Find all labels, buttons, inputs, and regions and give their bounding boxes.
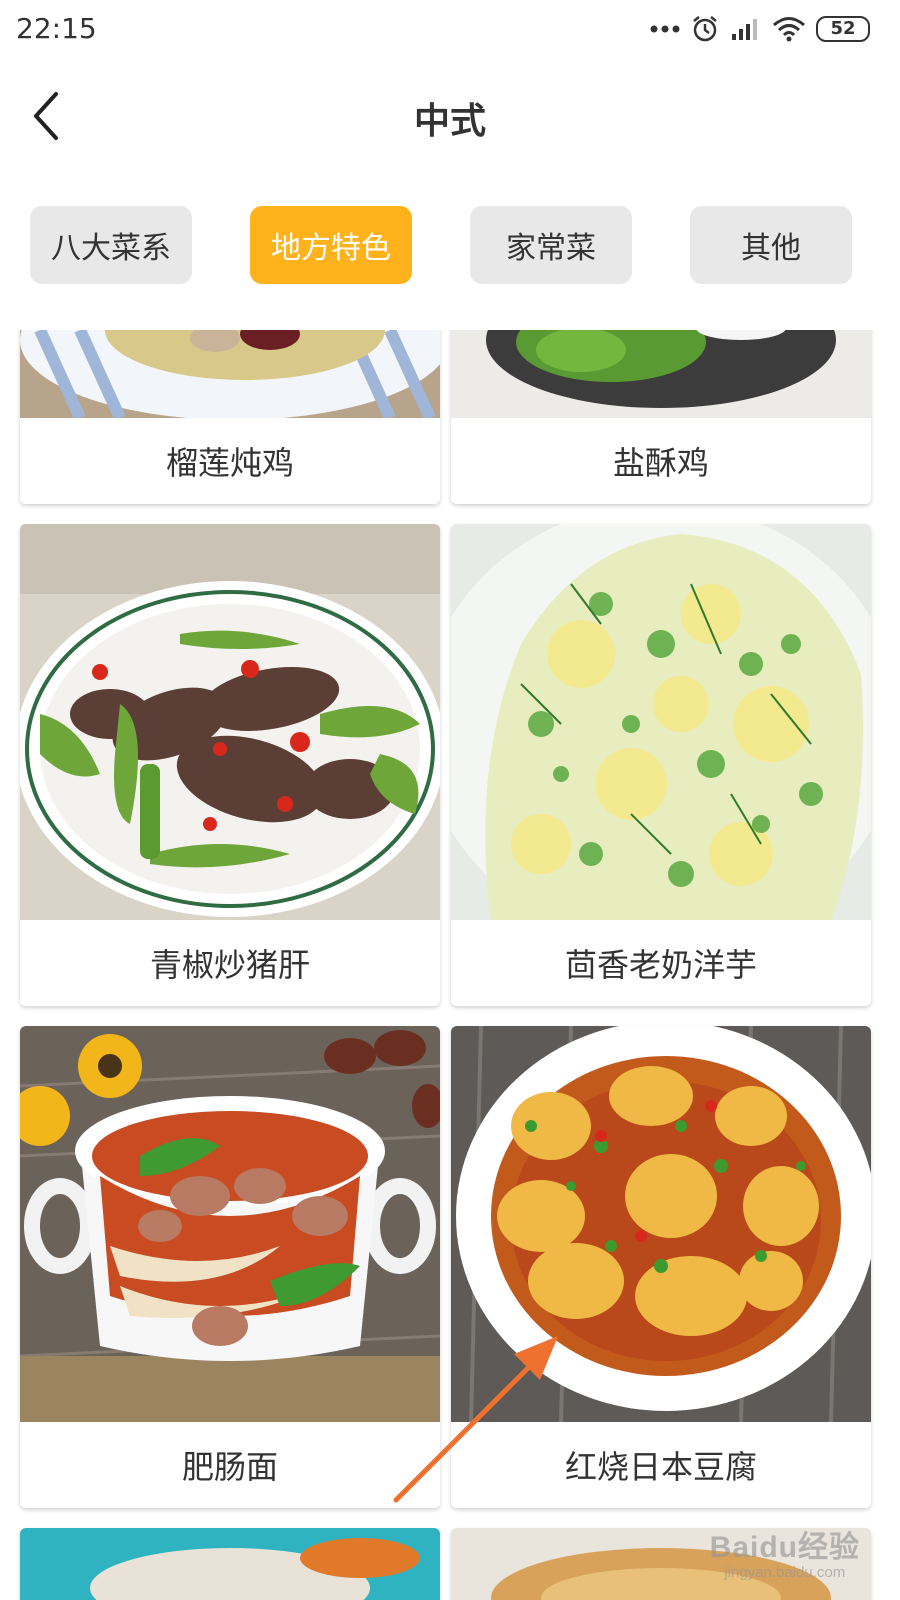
dish-card[interactable]: 盐酥鸡 [451,330,871,504]
tab-home-cooking[interactable]: 家常菜 [470,206,632,284]
tab-other[interactable]: 其他 [690,206,852,284]
dish-card[interactable]: 茴香老奶洋芋 [451,524,871,1006]
more-dots-icon [650,24,680,34]
dish-photo [451,1528,871,1600]
wifi-icon [772,15,806,43]
tab-local-specialty[interactable]: 地方特色 [250,206,412,284]
dish-card[interactable] [20,1528,440,1600]
dish-photo [20,1528,440,1600]
header: 中式 [0,62,900,172]
dish-name: 青椒炒猪肝 [20,920,440,1006]
dish-name: 榴莲炖鸡 [20,418,440,504]
dish-card[interactable]: 红烧日本豆腐 [451,1026,871,1508]
status-time: 22:15 [16,12,97,45]
tab-eight-cuisines[interactable]: 八大菜系 [30,206,192,284]
dish-card[interactable]: 肥肠面 [20,1026,440,1508]
dish-grid: 榴莲炖鸡 盐酥鸡 青椒炒猪肝 茴香老奶洋芋 肥肠面 红烧日本豆腐 [0,330,900,1600]
dish-name: 茴香老奶洋芋 [451,920,871,1006]
dish-photo [20,1026,440,1422]
dish-photo [451,330,871,418]
dish-card[interactable]: 青椒炒猪肝 [20,524,440,1006]
status-bar: 22:15 52 [0,0,900,62]
battery-icon: 52 [816,16,870,42]
alarm-icon [690,14,720,44]
dish-photo [20,524,440,920]
dish-name: 肥肠面 [20,1422,440,1508]
dish-name: 红烧日本豆腐 [451,1422,871,1508]
page-title: 中式 [413,101,486,142]
dish-photo [451,1026,871,1422]
dish-photo [451,524,871,920]
dish-card[interactable]: 榴莲炖鸡 [20,330,440,504]
category-tabs: 八大菜系 地方特色 家常菜 其他 [0,206,900,286]
signal-icon [730,16,762,42]
status-icons: 52 [650,14,870,44]
dish-name: 盐酥鸡 [451,418,871,504]
dish-photo [20,330,440,418]
dish-card[interactable] [451,1528,871,1600]
